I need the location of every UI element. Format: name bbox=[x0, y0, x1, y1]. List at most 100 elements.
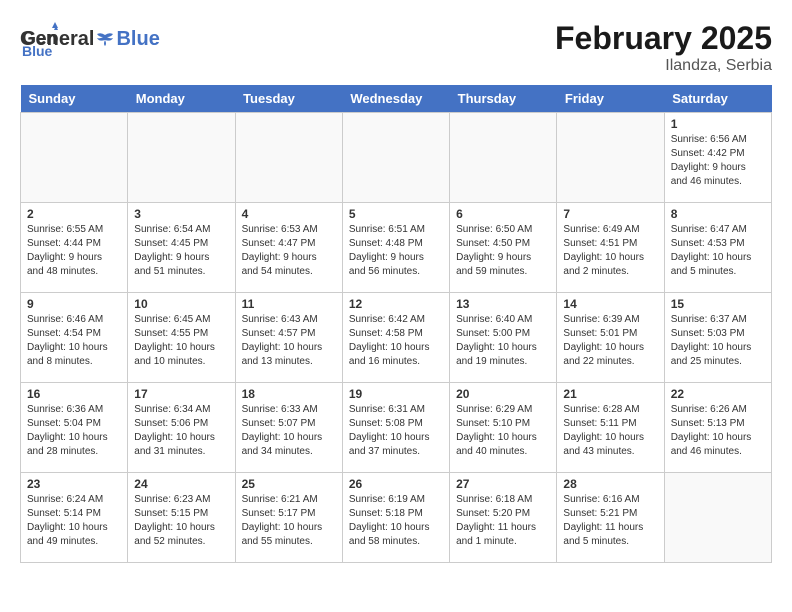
day-number: 1 bbox=[671, 117, 765, 131]
title-area: February 2025 Ilandza, Serbia bbox=[555, 20, 772, 75]
calendar-day-cell: 7 Sunrise: 6:49 AM Sunset: 4:51 PM Daylig… bbox=[557, 203, 664, 293]
header-wednesday: Wednesday bbox=[342, 85, 449, 113]
calendar-header-row: Sunday Monday Tuesday Wednesday Thursday… bbox=[21, 85, 772, 113]
calendar-day-cell: 10 Sunrise: 6:45 AM Sunset: 4:55 PM Dayli… bbox=[128, 293, 235, 383]
calendar-day-cell bbox=[342, 113, 449, 203]
calendar-day-cell: 24 Sunrise: 6:23 AM Sunset: 5:15 PM Dayli… bbox=[128, 473, 235, 563]
calendar-day-cell: 11Sunrise: 6:43 AM Sunset: 4:57 PM Dayli… bbox=[235, 293, 342, 383]
calendar-day-cell: 26 Sunrise: 6:19 AM Sunset: 5:18 PM Dayli… bbox=[342, 473, 449, 563]
calendar-day-cell: 3 Sunrise: 6:54 AM Sunset: 4:45 PM Daylig… bbox=[128, 203, 235, 293]
day-number: 24 bbox=[134, 477, 228, 491]
calendar-day-cell: 4 Sunrise: 6:53 AM Sunset: 4:47 PM Daylig… bbox=[235, 203, 342, 293]
logo-blue: Blue bbox=[116, 28, 159, 51]
day-number: 28 bbox=[563, 477, 657, 491]
header-monday: Monday bbox=[128, 85, 235, 113]
calendar-day-cell: 21 Sunrise: 6:28 AM Sunset: 5:11 PM Dayli… bbox=[557, 383, 664, 473]
day-info: Sunrise: 6:16 AM Sunset: 5:21 PM Dayligh… bbox=[563, 493, 657, 549]
day-info: Sunrise: 6:39 AM Sunset: 5:01 PM Dayligh… bbox=[563, 313, 657, 369]
day-info: Sunrise: 6:31 AM Sunset: 5:08 PM Dayligh… bbox=[349, 403, 443, 459]
day-number: 8 bbox=[671, 207, 765, 221]
day-info: Sunrise: 6:55 AM Sunset: 4:44 PM Dayligh… bbox=[27, 223, 121, 279]
calendar-day-cell: 27 Sunrise: 6:18 AM Sunset: 5:20 PM Dayli… bbox=[450, 473, 557, 563]
header-tuesday: Tuesday bbox=[235, 85, 342, 113]
header-thursday: Thursday bbox=[450, 85, 557, 113]
day-info: Sunrise: 6:19 AM Sunset: 5:18 PM Dayligh… bbox=[349, 493, 443, 549]
day-info: Sunrise: 6:51 AM Sunset: 4:48 PM Dayligh… bbox=[349, 223, 443, 279]
day-info: Sunrise: 6:47 AM Sunset: 4:53 PM Dayligh… bbox=[671, 223, 765, 279]
calendar-week-row: 1 Sunrise: 6:56 AM Sunset: 4:42 PM Daylig… bbox=[21, 113, 772, 203]
calendar-day-cell: 5 Sunrise: 6:51 AM Sunset: 4:48 PM Daylig… bbox=[342, 203, 449, 293]
calendar-day-cell: 2 Sunrise: 6:55 AM Sunset: 4:44 PM Daylig… bbox=[21, 203, 128, 293]
day-number: 22 bbox=[671, 387, 765, 401]
day-info: Sunrise: 6:54 AM Sunset: 4:45 PM Dayligh… bbox=[134, 223, 228, 279]
calendar-day-cell: 9 Sunrise: 6:46 AM Sunset: 4:54 PM Daylig… bbox=[21, 293, 128, 383]
day-info: Sunrise: 6:24 AM Sunset: 5:14 PM Dayligh… bbox=[27, 493, 121, 549]
page-subtitle: Ilandza, Serbia bbox=[555, 57, 772, 75]
day-info: Sunrise: 6:26 AM Sunset: 5:13 PM Dayligh… bbox=[671, 403, 765, 459]
calendar-day-cell bbox=[21, 113, 128, 203]
day-info: Sunrise: 6:36 AM Sunset: 5:04 PM Dayligh… bbox=[27, 403, 121, 459]
day-number: 3 bbox=[134, 207, 228, 221]
day-info: Sunrise: 6:49 AM Sunset: 4:51 PM Dayligh… bbox=[563, 223, 657, 279]
calendar-day-cell: 25Sunrise: 6:21 AM Sunset: 5:17 PM Dayli… bbox=[235, 473, 342, 563]
header-friday: Friday bbox=[557, 85, 664, 113]
page-title: February 2025 bbox=[555, 20, 772, 57]
calendar-week-row: 2 Sunrise: 6:55 AM Sunset: 4:44 PM Daylig… bbox=[21, 203, 772, 293]
calendar-day-cell: 20Sunrise: 6:29 AM Sunset: 5:10 PM Dayli… bbox=[450, 383, 557, 473]
day-number: 12 bbox=[349, 297, 443, 311]
calendar-day-cell bbox=[450, 113, 557, 203]
calendar-day-cell: 13Sunrise: 6:40 AM Sunset: 5:00 PM Dayli… bbox=[450, 293, 557, 383]
calendar-day-cell: 23Sunrise: 6:24 AM Sunset: 5:14 PM Dayli… bbox=[21, 473, 128, 563]
day-info: Sunrise: 6:23 AM Sunset: 5:15 PM Dayligh… bbox=[134, 493, 228, 549]
calendar-day-cell bbox=[128, 113, 235, 203]
header-saturday: Saturday bbox=[664, 85, 771, 113]
calendar-day-cell: 17 Sunrise: 6:34 AM Sunset: 5:06 PM Dayli… bbox=[128, 383, 235, 473]
day-info: Sunrise: 6:34 AM Sunset: 5:06 PM Dayligh… bbox=[134, 403, 228, 459]
calendar-day-cell bbox=[235, 113, 342, 203]
day-number: 11 bbox=[242, 297, 336, 311]
day-number: 27 bbox=[456, 477, 550, 491]
calendar-table: Sunday Monday Tuesday Wednesday Thursday… bbox=[20, 85, 772, 563]
day-number: 14 bbox=[563, 297, 657, 311]
day-info: Sunrise: 6:42 AM Sunset: 4:58 PM Dayligh… bbox=[349, 313, 443, 369]
logo: General Blue General Blue bbox=[20, 20, 160, 51]
day-number: 10 bbox=[134, 297, 228, 311]
day-info: Sunrise: 6:46 AM Sunset: 4:54 PM Dayligh… bbox=[27, 313, 121, 369]
logo-bird-icon bbox=[95, 30, 115, 50]
calendar-day-cell bbox=[557, 113, 664, 203]
day-info: Sunrise: 6:56 AM Sunset: 4:42 PM Dayligh… bbox=[671, 133, 765, 189]
day-number: 4 bbox=[242, 207, 336, 221]
day-number: 6 bbox=[456, 207, 550, 221]
day-number: 2 bbox=[27, 207, 121, 221]
day-number: 20 bbox=[456, 387, 550, 401]
calendar-day-cell: 28 Sunrise: 6:16 AM Sunset: 5:21 PM Dayli… bbox=[557, 473, 664, 563]
day-number: 9 bbox=[27, 297, 121, 311]
day-info: Sunrise: 6:53 AM Sunset: 4:47 PM Dayligh… bbox=[242, 223, 336, 279]
calendar-week-row: 16 Sunrise: 6:36 AM Sunset: 5:04 PM Dayli… bbox=[21, 383, 772, 473]
calendar-day-cell: 18 Sunrise: 6:33 AM Sunset: 5:07 PM Dayli… bbox=[235, 383, 342, 473]
day-info: Sunrise: 6:18 AM Sunset: 5:20 PM Dayligh… bbox=[456, 493, 550, 549]
calendar-day-cell: 1 Sunrise: 6:56 AM Sunset: 4:42 PM Daylig… bbox=[664, 113, 771, 203]
day-number: 21 bbox=[563, 387, 657, 401]
calendar-day-cell: 16 Sunrise: 6:36 AM Sunset: 5:04 PM Dayli… bbox=[21, 383, 128, 473]
day-info: Sunrise: 6:28 AM Sunset: 5:11 PM Dayligh… bbox=[563, 403, 657, 459]
day-number: 19 bbox=[349, 387, 443, 401]
day-number: 15 bbox=[671, 297, 765, 311]
day-number: 17 bbox=[134, 387, 228, 401]
calendar-day-cell: 12 Sunrise: 6:42 AM Sunset: 4:58 PM Dayli… bbox=[342, 293, 449, 383]
day-number: 25 bbox=[242, 477, 336, 491]
calendar-week-row: 9 Sunrise: 6:46 AM Sunset: 4:54 PM Daylig… bbox=[21, 293, 772, 383]
calendar-day-cell: 8 Sunrise: 6:47 AM Sunset: 4:53 PM Daylig… bbox=[664, 203, 771, 293]
day-number: 16 bbox=[27, 387, 121, 401]
logo-general: General bbox=[20, 28, 94, 51]
day-number: 13 bbox=[456, 297, 550, 311]
day-info: Sunrise: 6:33 AM Sunset: 5:07 PM Dayligh… bbox=[242, 403, 336, 459]
day-number: 5 bbox=[349, 207, 443, 221]
day-number: 18 bbox=[242, 387, 336, 401]
day-info: Sunrise: 6:45 AM Sunset: 4:55 PM Dayligh… bbox=[134, 313, 228, 369]
day-number: 7 bbox=[563, 207, 657, 221]
day-number: 26 bbox=[349, 477, 443, 491]
day-info: Sunrise: 6:37 AM Sunset: 5:03 PM Dayligh… bbox=[671, 313, 765, 369]
calendar-day-cell: 14 Sunrise: 6:39 AM Sunset: 5:01 PM Dayli… bbox=[557, 293, 664, 383]
day-info: Sunrise: 6:50 AM Sunset: 4:50 PM Dayligh… bbox=[456, 223, 550, 279]
